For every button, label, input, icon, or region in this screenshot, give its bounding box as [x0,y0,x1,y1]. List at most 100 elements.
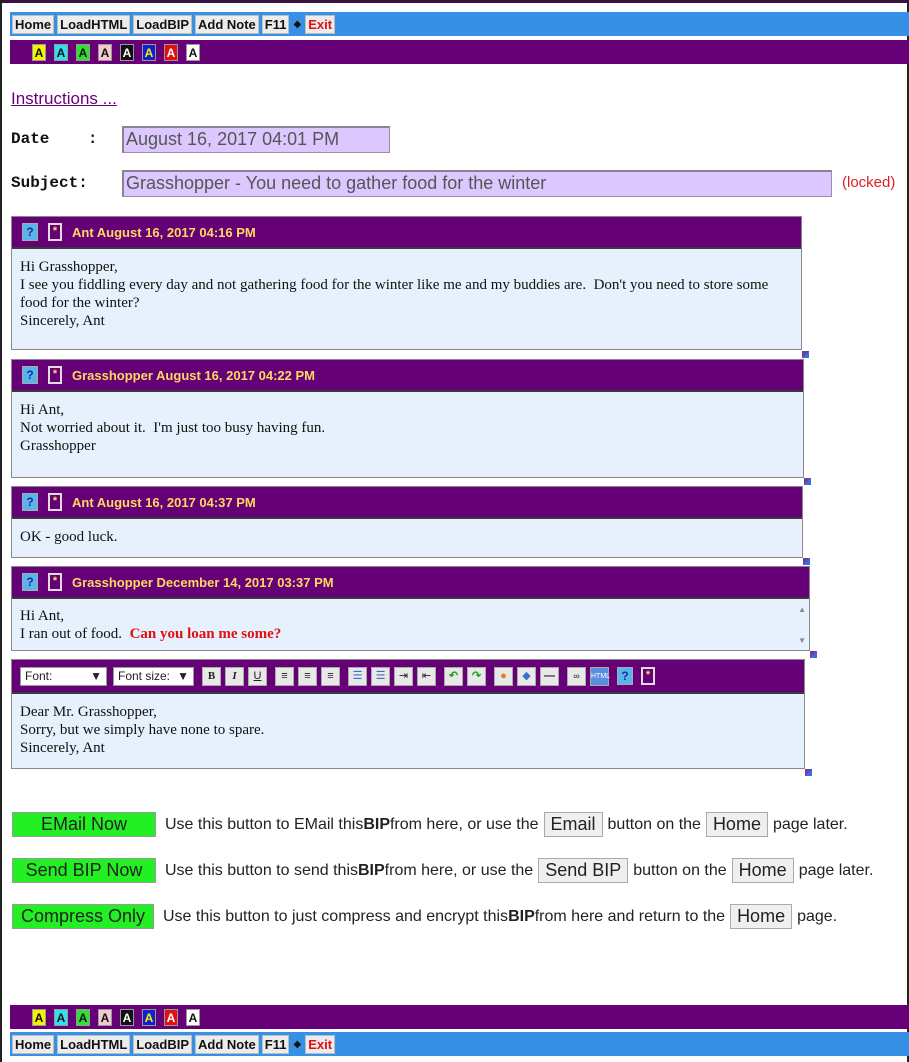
undo-icon[interactable]: ↶ [444,666,463,686]
help-icon[interactable]: ? [22,493,38,511]
email-now-button[interactable]: EMail Now [12,812,156,837]
send-bip-inline-button[interactable]: Send BIP [538,858,629,883]
horizontal-rule-icon[interactable]: — [540,666,559,686]
action-text: Use this button to EMail this [165,815,364,833]
background-color-bucket-icon[interactable]: ◆ [517,666,536,686]
resize-handle-icon[interactable] [802,351,809,358]
date-field[interactable]: August 16, 2017 04:01 PM [122,126,390,153]
align-center-icon[interactable]: ≡ [298,666,317,686]
nav-add-note-button[interactable]: Add Note [195,14,259,34]
reply-editor: Font: ▼ Font size: ▼ B I U ≡ ≡ ≡ ☰ ☰ ⇥ ⇤ ↶… [11,659,805,769]
action-text: from here, or use the [389,815,539,833]
action-text: from here, or use the [384,861,534,879]
help-icon[interactable]: ? [22,573,38,591]
scroll-up-arrow-icon[interactable]: ▲ [798,605,806,614]
compress-only-button[interactable]: Compress Only [12,904,154,929]
star-note-icon[interactable]: * [48,573,62,591]
reply-editor-body[interactable]: Dear Mr. Grasshopper, Sorry, but we simp… [12,694,804,766]
nav-home-button[interactable]: Home [12,14,55,34]
home-inline-button[interactable]: Home [705,812,768,837]
nav-f11-button[interactable]: F11 [261,14,290,34]
nav-exit-button[interactable]: Exit [305,14,336,34]
instructions-link[interactable]: Instructions ... [11,89,117,109]
color-green-button[interactable]: A [76,1008,90,1026]
action-text: page. [797,907,838,925]
star-note-icon[interactable]: * [48,366,62,384]
align-left-icon[interactable]: ≡ [275,666,294,686]
resize-handle-icon[interactable] [804,478,811,485]
editor-star-icon[interactable]: * [641,667,655,685]
action-text: from here and return to the [534,907,726,925]
bold-button[interactable]: B [202,666,221,686]
color-green-button[interactable]: A [76,43,90,61]
color-yellow-button[interactable]: A [32,1008,46,1026]
message-header: ? * Grasshopper December 14, 2017 03:37 … [12,567,809,599]
color-white-button[interactable]: A [186,1008,200,1026]
star-note-icon[interactable]: * [48,493,62,511]
help-icon[interactable]: ? [22,366,38,384]
home-inline-button[interactable]: Home [730,904,793,929]
nav-loadbip-button[interactable]: LoadBIP [133,14,193,34]
highlighted-text: Can you loan me some? [129,626,282,642]
numbered-list-icon[interactable]: ☰ [348,666,367,686]
bullet-list-icon[interactable]: ☰ [371,666,390,686]
italic-button[interactable]: I [225,666,244,686]
color-pink-button[interactable]: A [98,43,112,61]
underline-button[interactable]: U [248,666,267,686]
outdent-icon[interactable]: ⇤ [417,666,436,686]
nav-exit-button[interactable]: Exit [305,1034,336,1054]
color-blue-button[interactable]: A [142,1008,156,1026]
dropdown-arrow-icon: ▼ [90,669,102,683]
help-icon[interactable]: ? [22,223,38,241]
color-red-button[interactable]: A [164,1008,178,1026]
message-header: ? * Grasshopper August 16, 2017 04:22 PM [12,360,803,392]
color-red-button[interactable]: A [164,43,178,61]
diamond-separator-icon: ◆ [293,1038,302,1050]
resize-handle-icon[interactable] [805,769,812,776]
text-color-palette-icon[interactable]: ● [494,666,513,686]
align-right-icon[interactable]: ≡ [321,666,340,686]
diamond-separator-icon: ◆ [293,18,302,30]
nav-home-button[interactable]: Home [12,1034,55,1054]
subject-field[interactable]: Grasshopper - You need to gather food fo… [122,170,832,197]
html-source-icon[interactable]: HTML [590,666,610,686]
nav-loadhtml-button[interactable]: LoadHTML [57,1034,131,1054]
color-white-button[interactable]: A [186,43,200,61]
home-inline-button[interactable]: Home [731,858,794,883]
indent-icon[interactable]: ⇥ [394,666,413,686]
message-title: Grasshopper August 16, 2017 04:22 PM [72,367,316,383]
locked-status: (locked) [842,174,896,191]
color-cyan-button[interactable]: A [54,43,68,61]
bip-bold-text: BIP [358,861,385,879]
font-select[interactable]: Font: ▼ [20,666,107,686]
link-icon[interactable]: ∞ [567,666,586,686]
message-body: Hi Ant, I ran out of food. Can you loan … [12,599,809,652]
email-inline-button[interactable]: Email [543,812,603,837]
color-yellow-button[interactable]: A [32,43,46,61]
top-nav-bar: Home LoadHTML LoadBIP Add Note F11 ◆ Exi… [10,12,909,36]
nav-f11-button[interactable]: F11 [261,1034,290,1054]
resize-handle-icon[interactable] [803,558,810,565]
message-line: Hi Ant, [20,608,65,624]
color-black-button[interactable]: A [120,43,134,61]
font-size-select[interactable]: Font size: ▼ [113,666,194,686]
color-cyan-button[interactable]: A [54,1008,68,1026]
star-note-icon[interactable]: * [48,223,62,241]
bottom-color-bar: A A A A A A A A [10,1005,909,1029]
send-bip-now-button[interactable]: Send BIP Now [12,858,156,883]
color-black-button[interactable]: A [120,1008,134,1026]
color-pink-button[interactable]: A [98,1008,112,1026]
message-item: ? * Grasshopper August 16, 2017 04:22 PM… [11,359,804,478]
editor-help-icon[interactable]: ? [617,667,633,685]
nav-add-note-button[interactable]: Add Note [195,1034,259,1054]
top-color-bar: A A A A A A A A [10,40,909,64]
message-header: ? * Ant August 16, 2017 04:37 PM [12,487,802,519]
email-action-row: EMail Now Use this button to EMail this … [12,812,848,837]
resize-handle-icon[interactable] [810,651,817,658]
scroll-down-arrow-icon[interactable]: ▼ [798,636,806,645]
nav-loadbip-button[interactable]: LoadBIP [133,1034,193,1054]
color-blue-button[interactable]: A [142,43,156,61]
subject-label: Subject: [11,174,88,192]
redo-icon[interactable]: ↷ [467,666,486,686]
nav-loadhtml-button[interactable]: LoadHTML [57,14,131,34]
